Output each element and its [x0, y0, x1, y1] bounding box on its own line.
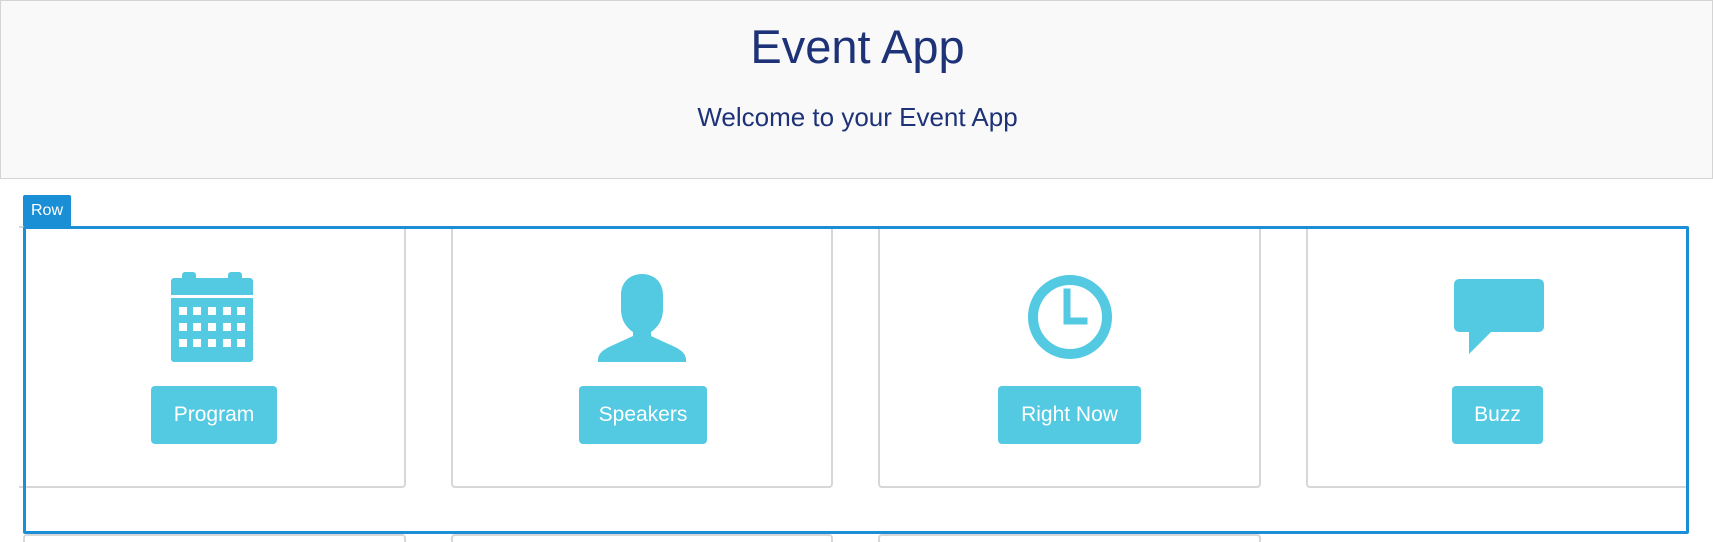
- tile-program[interactable]: Program: [19, 226, 406, 488]
- calendar-icon: [170, 272, 253, 362]
- person-icon: [598, 274, 686, 362]
- page-subtitle: Welcome to your Event App: [697, 102, 1018, 132]
- speech-bubble-icon: [1453, 279, 1544, 354]
- app-canvas: Event App Welcome to your Event App Row …: [0, 0, 1713, 542]
- page-title: Event App: [750, 20, 965, 73]
- next-row-tile: [878, 534, 1261, 542]
- program-button[interactable]: Program: [151, 386, 277, 444]
- buzz-button[interactable]: Buzz: [1452, 386, 1543, 444]
- next-row-tile: [451, 534, 833, 542]
- app-header: Event App Welcome to your Event App: [0, 0, 1713, 179]
- clock-icon: [1027, 275, 1112, 359]
- tile-buzz[interactable]: Buzz: [1306, 226, 1689, 488]
- row-selection-tag[interactable]: Row: [23, 195, 71, 227]
- speakers-button[interactable]: Speakers: [579, 386, 707, 444]
- tile-right-now[interactable]: Right Now: [878, 226, 1261, 488]
- tile-speakers[interactable]: Speakers: [451, 226, 833, 488]
- right-now-button[interactable]: Right Now: [998, 386, 1141, 444]
- next-row-tile: [23, 534, 406, 542]
